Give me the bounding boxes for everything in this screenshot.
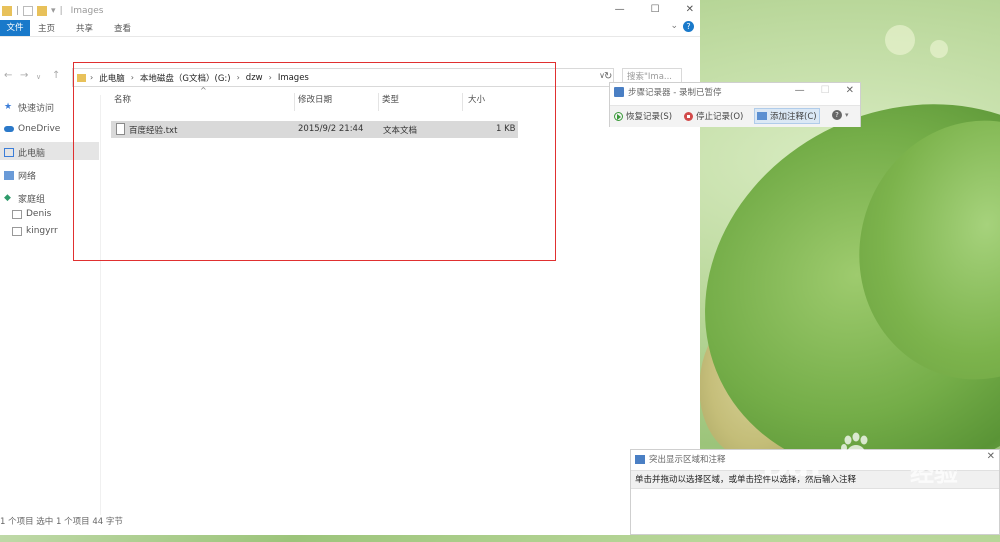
button-label: 停止记录(O) <box>696 112 744 122</box>
help-icon: ? <box>832 110 842 120</box>
star-icon: ★ <box>4 102 13 112</box>
sidebar-item-label: OneDrive <box>18 124 61 134</box>
close-icon[interactable]: ✕ <box>686 4 694 15</box>
baidu-watermark: Bai 经验 jingyan.baidu.com <box>760 432 980 525</box>
customize-quick-access-icon[interactable]: ▾ <box>51 6 56 16</box>
tab-file[interactable]: 文件 <box>0 20 30 36</box>
expand-ribbon-icon[interactable]: ⌄ <box>670 21 678 31</box>
refresh-icon[interactable]: ↻ <box>604 71 612 82</box>
quick-access-toolbar: | ▾ | Images <box>2 6 104 16</box>
window-title: Images <box>70 6 104 16</box>
ribbon: 文件 主页 共享 查看 ⌄ ? <box>0 20 700 37</box>
status-bar: 1 个项目 选中 1 个项目 44 字节 <box>0 515 700 529</box>
recorder-title: 步骤记录器 - 录制已暂停 <box>628 88 722 98</box>
separator: | <box>16 6 20 16</box>
help-menu-button[interactable]: ? ▾ <box>830 109 851 121</box>
paw-icon <box>841 432 868 461</box>
comment-icon <box>757 112 767 120</box>
sidebar-item-denis[interactable]: Denis <box>12 209 51 219</box>
sidebar-item-quick-access[interactable]: ★ 快速访问 <box>4 101 55 115</box>
maximize-icon[interactable]: ☐ <box>821 85 830 96</box>
user-icon <box>12 209 22 219</box>
sidebar-item-label: Denis <box>26 209 52 219</box>
recorder-titlebar: 步骤记录器 - 录制已暂停 <box>614 86 721 98</box>
sidebar-item-onedrive[interactable]: OneDrive <box>4 124 60 134</box>
wallpaper-bokeh <box>885 25 915 55</box>
dialog-title: 突出显示区域和注释 <box>649 455 726 465</box>
help-icon[interactable]: ? <box>683 21 694 32</box>
watermark-url: jingyan.baidu.com <box>770 495 863 506</box>
add-comment-button[interactable]: 添加注释(C) <box>754 108 820 124</box>
wallpaper-bokeh <box>930 40 948 58</box>
recorder-app-icon <box>614 87 624 97</box>
cloud-icon <box>4 126 14 132</box>
sidebar-item-kingyrr[interactable]: kingyrr <box>12 226 58 236</box>
sidebar-item-label: 快速访问 <box>18 104 55 114</box>
network-icon <box>4 171 14 180</box>
dialog-app-icon <box>635 454 645 464</box>
separator: | <box>59 6 63 16</box>
play-icon <box>614 111 623 121</box>
recorder-toolbar: 恢复记录(S) 停止记录(O) 添加注释(C) ? ▾ <box>610 105 860 127</box>
computer-icon <box>4 148 14 157</box>
sidebar-item-label: 家庭组 <box>18 195 46 205</box>
steps-recorder-window: 步骤记录器 - 录制已暂停 — ☐ ✕ 恢复记录(S) 停止记录(O) 添加注释… <box>609 82 861 127</box>
new-folder-icon[interactable] <box>37 6 48 16</box>
back-icon[interactable]: ← <box>4 70 12 81</box>
user-icon <box>12 226 22 236</box>
chevron-down-icon: ▾ <box>845 111 849 119</box>
minimize-icon[interactable]: — <box>795 85 805 96</box>
maximize-icon[interactable]: ☐ <box>651 4 660 15</box>
homegroup-icon: ◆ <box>4 193 11 203</box>
stop-icon <box>684 111 693 121</box>
stop-record-button[interactable]: 停止记录(O) <box>682 109 745 123</box>
up-icon[interactable]: ↑ <box>52 70 60 81</box>
button-label: 添加注释(C) <box>770 112 817 122</box>
sidebar-item-homegroup[interactable]: ◆ 家庭组 <box>4 192 46 206</box>
sidebar-item-network[interactable]: 网络 <box>4 169 36 182</box>
watermark-suffix: 经验 <box>910 459 958 487</box>
recorder-window-controls: — ☐ ✕ <box>795 85 854 96</box>
highlight-rectangle <box>73 62 556 261</box>
button-label: 恢复记录(S) <box>626 112 673 122</box>
sidebar-item-label: 网络 <box>18 172 37 182</box>
tab-view[interactable]: 查看 <box>114 22 131 34</box>
sidebar-item-label: 此电脑 <box>18 149 46 159</box>
close-icon[interactable]: ✕ <box>846 85 854 96</box>
minimize-icon[interactable]: — <box>615 4 625 15</box>
properties-icon[interactable] <box>23 6 34 16</box>
status-text: 1 个项目 选中 1 个项目 44 字节 <box>0 517 123 527</box>
tab-home[interactable]: 主页 <box>38 22 55 34</box>
watermark-logo: Bai <box>760 445 822 485</box>
sidebar-item-label: kingyrr <box>26 226 58 236</box>
dialog-titlebar: 突出显示区域和注释 <box>635 453 726 465</box>
forward-icon[interactable]: → <box>20 70 28 81</box>
sidebar-item-this-pc[interactable]: 此电脑 <box>4 146 45 159</box>
folder-icon <box>2 6 12 16</box>
window-controls: — ☐ ✕ <box>615 4 694 15</box>
tab-share[interactable]: 共享 <box>76 22 93 34</box>
close-icon[interactable]: ✕ <box>987 451 995 462</box>
resume-record-button[interactable]: 恢复记录(S) <box>612 109 674 123</box>
recent-locations-icon[interactable]: ∨ <box>36 73 41 81</box>
